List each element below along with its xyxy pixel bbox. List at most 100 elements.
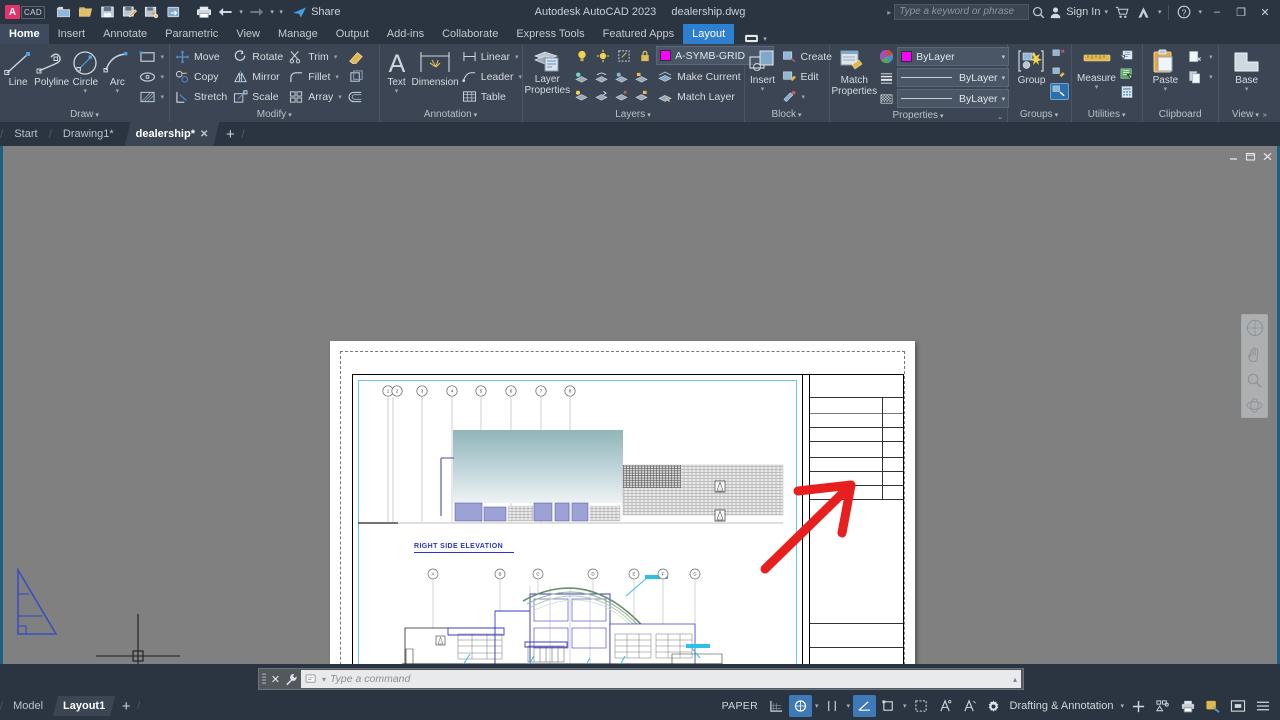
ribbon-tab-annotate[interactable]: Annotate — [94, 24, 156, 44]
layer-lock2-icon[interactable] — [632, 69, 651, 86]
drawing-restore-button[interactable] — [1244, 150, 1257, 162]
ribbon-panel-block-title[interactable]: Block ▾ — [747, 107, 827, 122]
match-properties-button[interactable]: Match Properties — [832, 47, 877, 97]
help-dropdown-icon[interactable]: ▾ — [1196, 8, 1204, 16]
fillet-dropdown-icon[interactable]: ▾ — [335, 73, 339, 81]
ribbon-display-dropdown-icon[interactable]: ▾ — [761, 35, 769, 43]
ribbon-panel-annotation-title[interactable]: Annotation ▾ — [382, 107, 520, 122]
layer-isolate2-icon[interactable] — [612, 69, 631, 86]
quick-calc-select-icon[interactable] — [1118, 65, 1137, 82]
modify-rotate-button[interactable]: Rotate — [230, 47, 286, 66]
layer-merge-icon[interactable] — [592, 87, 611, 104]
signin-dropdown-icon[interactable]: ▾ — [1102, 8, 1110, 16]
ribbon-panel-properties-title[interactable]: Properties ▾ — [832, 108, 1005, 123]
draw-line-button[interactable]: Line — [2, 47, 34, 88]
title-block[interactable] — [809, 374, 904, 664]
zoom-extents-icon[interactable] — [1246, 372, 1263, 392]
group-selection-toggle[interactable] — [1049, 83, 1069, 100]
ribbon-panel-view-title[interactable]: View ▾» — [1221, 107, 1278, 122]
annotation-dimension-button[interactable]: Dimension — [412, 47, 459, 88]
polar-tracking-toggle[interactable] — [853, 695, 876, 717]
ribbon-tab-manage[interactable]: Manage — [269, 24, 327, 44]
cart-icon[interactable] — [1112, 2, 1132, 22]
drawing-close-button[interactable] — [1261, 150, 1274, 162]
group-edit-icon[interactable] — [1050, 65, 1069, 82]
hatch-dropdown-icon[interactable]: ▾ — [161, 93, 165, 101]
modify-array-button[interactable]: Array ▾ — [286, 87, 345, 106]
draw-circle-button[interactable]: Circle ▾ — [69, 47, 101, 95]
layer-freeze-icon[interactable] — [592, 69, 611, 86]
workspace-switching-button[interactable]: Drafting & Annotation — [1006, 700, 1118, 712]
annotation-table-button[interactable]: Table — [459, 87, 525, 106]
redo-icon[interactable] — [246, 2, 267, 22]
match-layer-button[interactable]: Match Layer — [654, 87, 744, 106]
open-file-icon[interactable] — [75, 2, 96, 22]
account-dropdown-icon[interactable]: ▾ — [1156, 8, 1164, 16]
draw-rectangle-button[interactable]: ▾ — [136, 47, 168, 66]
undo-icon[interactable] — [215, 2, 236, 22]
printer-icon[interactable] — [1176, 695, 1200, 717]
ungroup-icon[interactable] — [1050, 47, 1069, 64]
ribbon-panel-utilities-title[interactable]: Utilities ▾ — [1074, 107, 1140, 122]
save-icon[interactable] — [97, 2, 118, 22]
modify-copy-button[interactable]: Copy — [172, 67, 230, 86]
orbit-icon[interactable] — [1246, 398, 1263, 416]
insert-dropdown-icon[interactable]: ▾ — [761, 86, 765, 93]
base-view-button[interactable]: Base ▾ — [1221, 47, 1273, 93]
print-icon[interactable] — [193, 2, 214, 22]
command-line-grip[interactable] — [261, 671, 267, 687]
file-tab-drawing1[interactable]: Drawing1* — [52, 122, 125, 146]
search-input[interactable]: Type a keyword or phrase — [894, 4, 1030, 20]
ribbon-panel-groups-title[interactable]: Groups ▾ — [1010, 107, 1069, 122]
ortho-dropdown-icon[interactable]: ▾ — [844, 702, 852, 710]
customization-icon[interactable] — [1251, 695, 1275, 717]
modify-trim-button[interactable]: Trim ▾ — [286, 47, 345, 66]
workspace-dropdown-icon[interactable]: ▾ — [1118, 702, 1126, 710]
ribbon-tab-express-tools[interactable]: Express Tools — [507, 24, 593, 44]
paste-dropdown-icon[interactable]: ▾ — [1164, 86, 1168, 93]
ribbon-panel-clipboard-title[interactable]: Clipboard — [1145, 107, 1216, 122]
layer-on-off-icon[interactable] — [572, 47, 591, 64]
layer-unisolate-icon[interactable] — [572, 87, 591, 104]
measure-dropdown-icon[interactable]: ▾ — [1095, 84, 1099, 91]
draw-polyline-button[interactable]: Polyline — [34, 47, 69, 88]
linear-dropdown-icon[interactable]: ▾ — [515, 53, 519, 61]
copy-clip-button[interactable]: ▾ — [1185, 67, 1216, 86]
modify-offset-button[interactable] — [345, 87, 367, 106]
ribbon-tab-featured-apps[interactable]: Featured Apps — [594, 24, 684, 44]
array-dropdown-icon[interactable]: ▾ — [338, 93, 342, 101]
snap-dropdown-icon[interactable]: ▾ — [813, 702, 821, 710]
navigation-bar[interactable] — [1241, 314, 1268, 418]
trim-dropdown-icon[interactable]: ▾ — [334, 53, 338, 61]
wrench-icon[interactable] — [284, 673, 299, 686]
color-combo-dropdown-icon[interactable]: ▾ — [1002, 53, 1006, 61]
new-layout-button[interactable]: + — [115, 698, 137, 715]
make-current-button[interactable]: Make Current — [654, 67, 744, 86]
ribbon-tab-layout[interactable]: Layout — [683, 24, 735, 44]
measure-button[interactable]: Measure ▾ — [1074, 47, 1120, 91]
command-input[interactable]: ▾ Type a command ▴ — [301, 670, 1021, 688]
isolate-objects-icon[interactable] — [1151, 695, 1175, 717]
insert-block-button[interactable]: Insert ▾ — [747, 47, 779, 93]
full-navigation-wheel-icon[interactable] — [1246, 319, 1264, 340]
attribute-dropdown-icon[interactable]: ▾ — [802, 93, 806, 101]
cloud-sync-icon[interactable] — [163, 2, 184, 22]
share-button[interactable]: Share — [292, 6, 340, 19]
osnap-dropdown-icon[interactable]: ▾ — [901, 702, 909, 710]
group-button[interactable]: Group — [1010, 47, 1054, 86]
file-tab-dealership[interactable]: dealership* ✕ — [125, 122, 220, 146]
file-tab-start[interactable]: Start — [3, 122, 48, 146]
block-attribute-button[interactable]: ▾ — [779, 87, 836, 106]
modify-mirror-button[interactable]: Mirror — [230, 67, 286, 86]
auto-scale-toggle[interactable] — [958, 695, 981, 717]
ellipse-dropdown-icon[interactable]: ▾ — [161, 73, 165, 81]
command-line[interactable]: ✕ ▾ Type a command ▴ — [258, 668, 1024, 690]
selection-cycling-toggle[interactable] — [910, 695, 933, 717]
file-tab-close-icon[interactable]: ✕ — [200, 129, 208, 140]
linetype-combo-dropdown-icon[interactable]: ▾ — [1002, 74, 1006, 82]
drawing-minimize-button[interactable] — [1227, 150, 1240, 162]
modify-fillet-button[interactable]: Fillet ▾ — [286, 67, 345, 86]
layer-delete-icon[interactable] — [612, 87, 631, 104]
copy-clip-dropdown-icon[interactable]: ▾ — [1209, 73, 1213, 81]
object-snap-toggle[interactable] — [877, 695, 900, 717]
